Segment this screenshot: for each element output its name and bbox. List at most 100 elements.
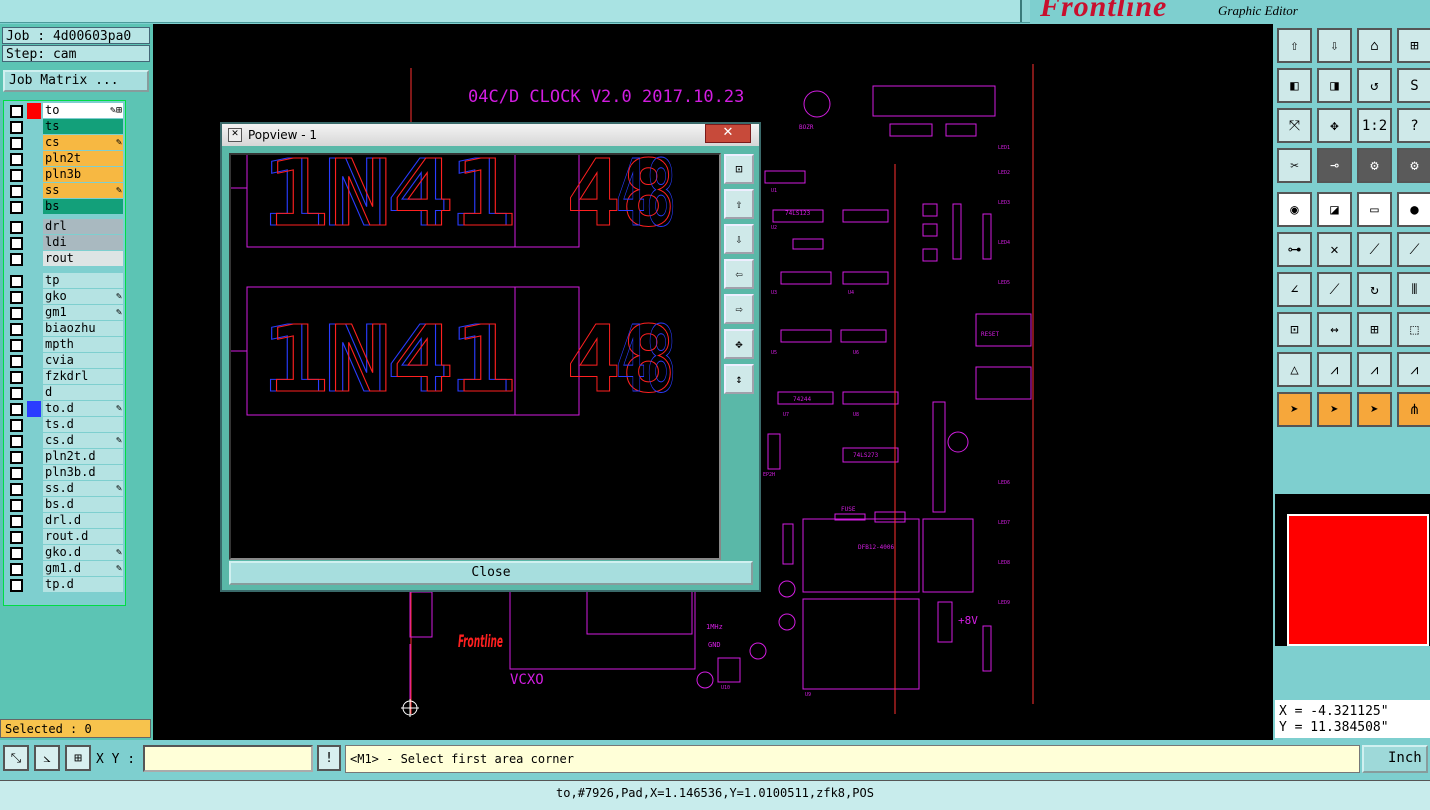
- layer-row[interactable]: pln2t.d: [7, 449, 125, 465]
- tool-button-r9-c3[interactable]: ⋔: [1397, 392, 1430, 427]
- tool-button-r1-c1[interactable]: ◨: [1317, 68, 1352, 103]
- layer-row[interactable]: drl.d: [7, 513, 125, 529]
- tool-button-r9-c1[interactable]: ➤: [1317, 392, 1352, 427]
- layer-row[interactable]: cvia: [7, 353, 125, 369]
- tool-button-r8-c2[interactable]: ⩘: [1357, 352, 1392, 387]
- layer-color-swatch[interactable]: [27, 369, 41, 385]
- tool-button-r4-c0[interactable]: ◉: [1277, 192, 1312, 227]
- layer-color-swatch[interactable]: [27, 497, 41, 513]
- tool-button-r1-c3[interactable]: S: [1397, 68, 1430, 103]
- layer-color-swatch[interactable]: [27, 183, 41, 199]
- tool-button-r1-c2[interactable]: ↺: [1357, 68, 1392, 103]
- tool-button-r8-c1[interactable]: ⩘: [1317, 352, 1352, 387]
- pan-down-button[interactable]: ⇩: [724, 224, 754, 254]
- layer-color-swatch[interactable]: [27, 353, 41, 369]
- layer-row[interactable]: pln3b.d: [7, 465, 125, 481]
- layer-checkbox[interactable]: [10, 499, 23, 512]
- tool-button-r5-c1[interactable]: ✕: [1317, 232, 1352, 267]
- layer-color-swatch[interactable]: [27, 199, 41, 215]
- layer-color-swatch[interactable]: [27, 513, 41, 529]
- layer-row[interactable]: tp.d: [7, 577, 125, 593]
- tool-button-r5-c0[interactable]: ⊶: [1277, 232, 1312, 267]
- layer-row[interactable]: gm1.d ✎: [7, 561, 125, 577]
- tool-button-r4-c2[interactable]: ▭: [1357, 192, 1392, 227]
- layer-name[interactable]: pln3b: [43, 167, 123, 182]
- layer-name[interactable]: fzkdrl: [43, 369, 123, 384]
- layer-name[interactable]: biaozhu: [43, 321, 123, 336]
- layer-row[interactable]: cs ✎: [7, 135, 125, 151]
- layer-name[interactable]: cs.d: [43, 433, 123, 448]
- layer-checkbox[interactable]: [10, 547, 23, 560]
- tool-button-r1-c0[interactable]: ◧: [1277, 68, 1312, 103]
- tool-button-r0-c1[interactable]: ⇩: [1317, 28, 1352, 63]
- layer-color-swatch[interactable]: [27, 289, 41, 305]
- layer-row[interactable]: biaozhu: [7, 321, 125, 337]
- layer-checkbox[interactable]: [10, 435, 23, 448]
- layer-color-swatch[interactable]: [27, 449, 41, 465]
- tool-button-r5-c3[interactable]: ⟋: [1397, 232, 1430, 267]
- layer-name[interactable]: gm1: [43, 305, 123, 320]
- layer-color-swatch[interactable]: [27, 273, 41, 289]
- layer-row[interactable]: bs.d: [7, 497, 125, 513]
- tool-button-r6-c0[interactable]: ∠: [1277, 272, 1312, 307]
- layer-checkbox[interactable]: [10, 531, 23, 544]
- layer-checkbox[interactable]: [10, 185, 23, 198]
- tool-button-r4-c3[interactable]: ●: [1397, 192, 1430, 227]
- tool-button-r7-c2[interactable]: ⊞: [1357, 312, 1392, 347]
- layer-checkbox[interactable]: [10, 355, 23, 368]
- unit-select[interactable]: Inch: [1362, 745, 1428, 773]
- tool-button-r7-c1[interactable]: ↔: [1317, 312, 1352, 347]
- layer-checkbox[interactable]: [10, 563, 23, 576]
- layer-row[interactable]: bs: [7, 199, 125, 215]
- layer-checkbox[interactable]: [10, 323, 23, 336]
- tool-button-r4-c1[interactable]: ◪: [1317, 192, 1352, 227]
- layer-name[interactable]: mpth: [43, 337, 123, 352]
- layer-name[interactable]: pln2t.d: [43, 449, 123, 464]
- layer-checkbox[interactable]: [10, 403, 23, 416]
- layer-color-swatch[interactable]: [27, 321, 41, 337]
- layer-row[interactable]: pln3b: [7, 167, 125, 183]
- tool-button-r2-c1[interactable]: ✥: [1317, 108, 1352, 143]
- layer-checkbox[interactable]: [10, 153, 23, 166]
- layer-checkbox[interactable]: [10, 237, 23, 250]
- layer-row[interactable]: gm1 ✎: [7, 305, 125, 321]
- layer-row[interactable]: ldi: [7, 235, 125, 251]
- layer-color-swatch[interactable]: [27, 103, 41, 119]
- layer-checkbox[interactable]: [10, 221, 23, 234]
- layer-checkbox[interactable]: [10, 105, 23, 118]
- layer-color-swatch[interactable]: [27, 481, 41, 497]
- layer-checkbox[interactable]: [10, 307, 23, 320]
- tool-button-r3-c3[interactable]: ⚙: [1397, 148, 1430, 183]
- tool-button-r0-c2[interactable]: ⌂: [1357, 28, 1392, 63]
- layer-name[interactable]: gko.d: [43, 545, 123, 560]
- layer-row[interactable]: to ✎⊞: [7, 103, 125, 119]
- layer-name[interactable]: ts: [43, 119, 123, 134]
- layer-name[interactable]: rout.d: [43, 529, 123, 544]
- layer-color-swatch[interactable]: [27, 529, 41, 545]
- job-matrix-button[interactable]: Job Matrix ...: [3, 70, 149, 92]
- layer-row[interactable]: ss.d ✎: [7, 481, 125, 497]
- layer-row[interactable]: rout: [7, 251, 125, 267]
- layer-color-swatch[interactable]: [27, 305, 41, 321]
- layer-color-swatch[interactable]: [27, 385, 41, 401]
- tool-button-r3-c0[interactable]: ✂: [1277, 148, 1312, 183]
- layer-checkbox[interactable]: [10, 515, 23, 528]
- layer-name[interactable]: ss: [43, 183, 123, 198]
- layer-color-swatch[interactable]: [27, 151, 41, 167]
- layer-row[interactable]: d: [7, 385, 125, 401]
- zoom-vertical-button[interactable]: ↕: [724, 364, 754, 394]
- layer-row[interactable]: gko ✎: [7, 289, 125, 305]
- tool-button-r7-c3[interactable]: ⬚: [1397, 312, 1430, 347]
- layer-name[interactable]: bs.d: [43, 497, 123, 512]
- tool-button-r3-c1[interactable]: ⊸: [1317, 148, 1352, 183]
- layer-color-swatch[interactable]: [27, 465, 41, 481]
- layer-color-swatch[interactable]: [27, 219, 41, 235]
- tool-button-r6-c2[interactable]: ↻: [1357, 272, 1392, 307]
- layer-name[interactable]: bs: [43, 199, 123, 214]
- tool-button-r8-c0[interactable]: △: [1277, 352, 1312, 387]
- layer-name[interactable]: ts.d: [43, 417, 123, 432]
- layer-name[interactable]: tp: [43, 273, 123, 288]
- layer-name[interactable]: cvia: [43, 353, 123, 368]
- layer-color-swatch[interactable]: [27, 401, 41, 417]
- layer-checkbox[interactable]: [10, 275, 23, 288]
